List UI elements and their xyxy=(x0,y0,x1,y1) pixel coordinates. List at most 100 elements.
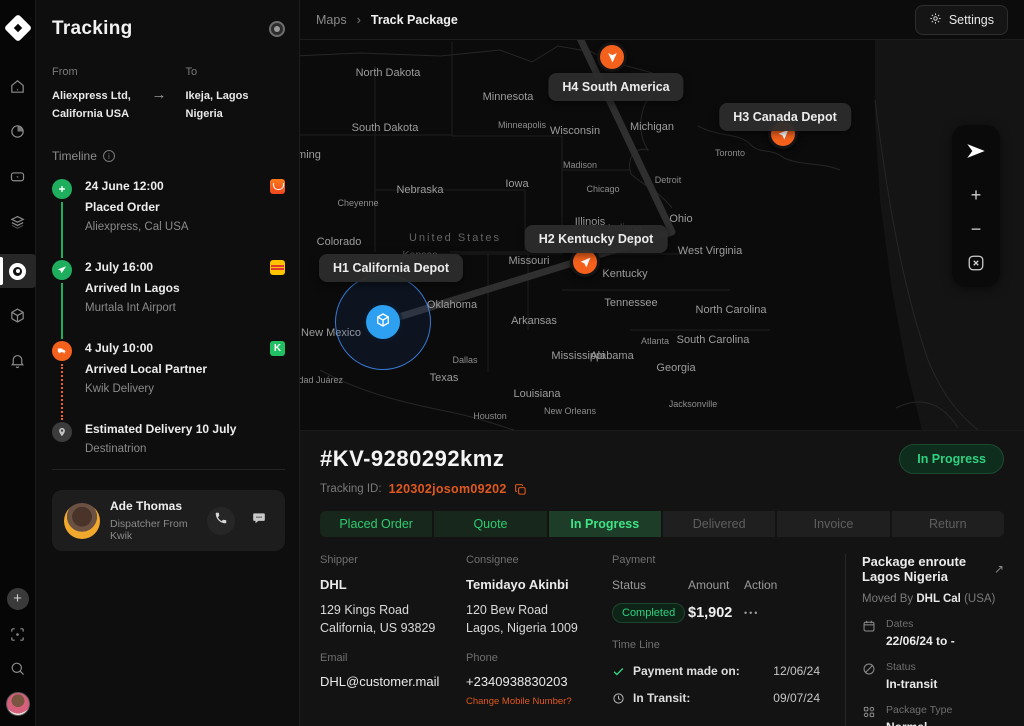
consignee-label: Consignee xyxy=(466,554,612,566)
sidebar-item-package[interactable] xyxy=(0,303,36,333)
add-button[interactable]: + xyxy=(7,588,29,610)
sidebar-item-home[interactable] xyxy=(0,74,36,104)
phone-icon xyxy=(214,511,228,530)
recenter-button[interactable] xyxy=(961,140,991,166)
tab-invoice[interactable]: Invoice xyxy=(777,511,889,537)
event-title: Placed Order xyxy=(85,200,257,214)
shipment-detail: #KV-9280292kmz In Progress Tracking ID: … xyxy=(300,430,1024,726)
truck-dot-icon xyxy=(52,341,72,361)
moved-by: Moved By DHL Cal (USA) xyxy=(862,593,1004,605)
sidebar-item-analytics[interactable] xyxy=(0,119,36,149)
gear-icon xyxy=(929,12,942,28)
external-arrow-icon[interactable]: ↗ xyxy=(994,562,1004,576)
plus-dot-icon xyxy=(52,179,72,199)
package-location-marker[interactable] xyxy=(366,305,400,339)
scan-button[interactable] xyxy=(0,622,36,652)
payment-timeline-row: Payment made on: 12/06/24 xyxy=(612,664,820,678)
payment-actions-button[interactable]: ••• xyxy=(744,608,845,618)
from-value: Aliexpress Ltd, California USA xyxy=(52,87,152,123)
plane-dot-icon xyxy=(52,260,72,280)
tab-return[interactable]: Return xyxy=(892,511,1004,537)
tab-placed-order[interactable]: Placed Order xyxy=(320,511,432,537)
arrow-right-icon: → xyxy=(152,66,186,123)
pin-dot-icon xyxy=(52,422,72,442)
status-badge[interactable]: In Progress xyxy=(899,444,1004,474)
chat-icon xyxy=(252,511,266,530)
tracking-id-label: Tracking ID: xyxy=(320,483,382,495)
app-logo xyxy=(8,18,28,38)
shipper-address: 129 Kings Road California, US 93829 xyxy=(320,601,466,637)
breadcrumb-section[interactable]: Maps xyxy=(316,13,347,27)
topbar: Maps › Track Package Settings xyxy=(300,0,1024,40)
sidebar-item-tracking[interactable] xyxy=(0,254,36,288)
info-icon[interactable]: i xyxy=(103,150,115,162)
depot-label-h1[interactable]: H1 California Depot xyxy=(319,254,463,282)
shipment-number: #KV-9280292kmz xyxy=(320,446,504,472)
bell-icon xyxy=(9,352,26,374)
phone-label: Phone xyxy=(466,652,612,664)
grid-dots-icon xyxy=(862,705,876,719)
chat-button[interactable] xyxy=(245,507,273,535)
copy-button[interactable] xyxy=(514,483,527,496)
depot-label-h2[interactable]: H2 Kentucky Depot xyxy=(525,225,668,253)
status-tabs: Placed Order Quote In Progress Delivered… xyxy=(320,511,1004,537)
tracking-id-value: 120302josom09202 xyxy=(389,482,507,496)
package-box-icon xyxy=(9,307,26,329)
event-title: Arrived Local Partner xyxy=(85,362,257,376)
change-mobile-link[interactable]: Change Mobile Number? xyxy=(466,696,612,707)
depot-pin-h4[interactable] xyxy=(597,42,627,72)
to-value: Ikeja, Lagos Nigeria xyxy=(186,87,286,123)
search-button[interactable] xyxy=(0,656,36,686)
dispatcher-avatar xyxy=(64,503,100,539)
send-icon xyxy=(965,140,987,167)
enroute-title: Package enroute Lagos Nigeria xyxy=(862,554,986,584)
consignee-phone: +2340938830203 xyxy=(466,674,612,689)
payment-amount: $1,902 xyxy=(688,605,744,621)
event-subtitle: Destinatrion xyxy=(85,443,285,455)
sidebar-item-layers[interactable] xyxy=(0,209,36,239)
tab-quote[interactable]: Quote xyxy=(434,511,546,537)
sidebar-item-notifications[interactable] xyxy=(0,348,36,378)
tab-delivered[interactable]: Delivered xyxy=(663,511,775,537)
timeline-event: 24 June 12:00 Placed Order Aliexpress, C… xyxy=(52,179,285,260)
navigation-icon xyxy=(579,256,592,269)
event-time: 2 July 16:00 xyxy=(85,260,257,274)
tab-in-progress[interactable]: In Progress xyxy=(549,511,661,537)
fullscreen-icon xyxy=(967,250,985,277)
enroute-package-type-row: Package Type Normal xyxy=(862,704,1004,726)
consignee-address: 120 Bew Road Lagos, Nigeria 1009 xyxy=(466,601,612,637)
payment-label: Payment xyxy=(612,554,845,566)
divider xyxy=(52,469,285,470)
dispatcher-role: Dispatcher From Kwik xyxy=(110,518,197,542)
timeline: 24 June 12:00 Placed Order Aliexpress, C… xyxy=(52,179,285,461)
record-icon[interactable] xyxy=(269,21,285,37)
clock-icon xyxy=(612,692,625,705)
payment-timeline-label: Time Line xyxy=(612,639,845,651)
breadcrumb-page: Track Package xyxy=(371,13,458,27)
page-title: Tracking xyxy=(52,18,133,40)
status-column-header: Status xyxy=(612,578,688,592)
icon-rail: + xyxy=(0,0,36,726)
enroute-status-row: Status In-transit xyxy=(862,661,1004,691)
from-label: From xyxy=(52,66,152,78)
map-controls: + − xyxy=(952,125,1000,287)
call-button[interactable] xyxy=(207,507,235,535)
shipper-name: DHL xyxy=(320,577,466,592)
depot-label-h3[interactable]: H3 Canada Depot xyxy=(719,103,851,131)
user-avatar[interactable] xyxy=(6,692,30,716)
diamond-logo-icon xyxy=(8,18,28,38)
event-time: 4 July 10:00 xyxy=(85,341,257,355)
fullscreen-button[interactable] xyxy=(961,250,991,276)
email-label: Email xyxy=(320,652,466,664)
zoom-out-button[interactable]: − xyxy=(961,216,991,242)
map-canvas[interactable]: WyomingNorth DakotaMinnesotaSouth Dakota… xyxy=(300,40,1024,430)
depot-label-h4[interactable]: H4 South America xyxy=(548,73,683,101)
timeline-event: 2 July 16:00 Arrived In Lagos Murtala In… xyxy=(52,260,285,341)
sidebar-item-wallet[interactable] xyxy=(0,164,36,194)
shipper-column: Shipper DHL 129 Kings Road California, U… xyxy=(320,554,466,726)
settings-button[interactable]: Settings xyxy=(915,5,1008,35)
zoom-in-button[interactable]: + xyxy=(961,182,991,208)
timeline-event: 4 July 10:00 Arrived Local Partner Kwik … xyxy=(52,341,285,422)
kwik-logo-badge: K xyxy=(270,341,285,356)
scan-icon xyxy=(9,626,26,648)
